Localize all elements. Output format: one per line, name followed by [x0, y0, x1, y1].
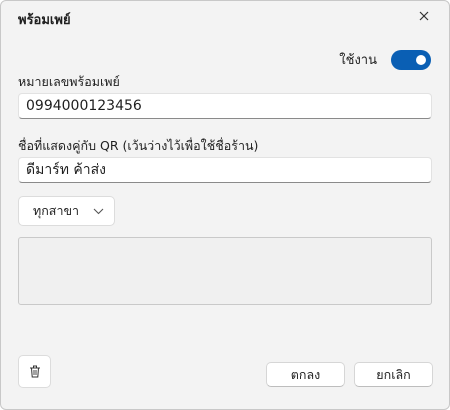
branch-list[interactable] [18, 237, 432, 305]
trash-icon [29, 365, 40, 378]
enable-toggle-label: ใช้งาน [339, 53, 377, 68]
promptpay-dialog: พร้อมเพย์ ใช้งาน หมายเลขพร้อมเพย์ ชื่อที… [0, 0, 450, 410]
branch-dropdown-value: ทุกสาขา [33, 203, 80, 218]
phone-field-label: หมายเลขพร้อมเพย์ [18, 74, 120, 89]
display-name-label: ชื่อที่แสดงคู่กับ QR (เว้นว่างไว้เพื่อใช… [18, 138, 259, 153]
toggle-knob [416, 54, 426, 65]
delete-button[interactable] [18, 355, 51, 388]
branch-dropdown[interactable]: ทุกสาขา [18, 196, 115, 226]
ok-button[interactable]: ตกลง [266, 362, 345, 387]
close-button[interactable] [415, 7, 433, 25]
enable-toggle[interactable] [391, 49, 431, 70]
enable-row: ใช้งาน [339, 49, 431, 70]
chevron-down-icon [93, 208, 104, 214]
phone-field[interactable] [18, 93, 432, 119]
display-name-field[interactable] [18, 157, 432, 183]
cancel-button[interactable]: ยกเลิก [354, 362, 433, 387]
close-icon [419, 11, 429, 21]
dialog-title: พร้อมเพย์ [18, 13, 71, 28]
